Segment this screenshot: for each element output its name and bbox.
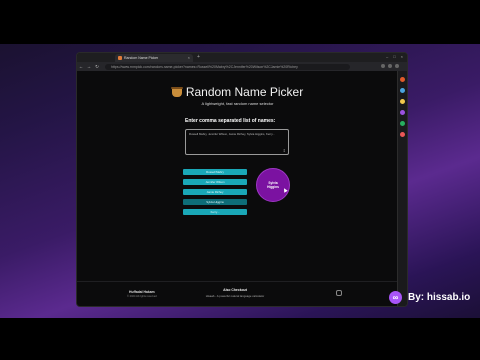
maximize-icon[interactable]: □ [393, 54, 395, 59]
footer-author: Huffadal Hakam [129, 290, 155, 294]
browser-tab[interactable]: Random Name Picker × [115, 54, 193, 62]
textarea-value: Russell Mabry, Jennifer Wilson, Jamie Ri… [189, 132, 275, 136]
name-item[interactable]: Jamie Richey [183, 189, 247, 195]
footer: Huffadal Hakam © 2024 All rights reserve… [77, 281, 398, 306]
address-bar-row: ← → ↻ https://www.rnmpick.com/random-nam… [77, 62, 407, 71]
footer-copyright: © 2024 All rights reserved [127, 295, 157, 298]
page-title: Random Name Picker [77, 85, 398, 99]
minimize-icon[interactable]: – [386, 54, 388, 59]
sidebar-app-icon[interactable] [400, 77, 405, 82]
forward-icon[interactable]: → [85, 64, 93, 69]
extension-icon[interactable] [388, 64, 392, 68]
extensions [381, 64, 399, 68]
hissab-logo-icon: ∞ [389, 291, 402, 304]
extension-icon[interactable] [381, 64, 385, 68]
sidebar-app-icon[interactable] [400, 99, 405, 104]
footer-author-block: Huffadal Hakam © 2024 All rights reserve… [127, 290, 157, 298]
input-label: Enter comma separated list of names: [185, 118, 276, 124]
video-letterbox-top [0, 0, 480, 44]
video-letterbox-bottom [0, 318, 480, 360]
resize-handle-icon[interactable]: ⇕ [283, 148, 286, 153]
pick-button[interactable]: Sylvia Higgins [256, 168, 290, 202]
name-item[interactable]: Jennifer Wilson [183, 179, 247, 185]
tab-bar: Random Name Picker × + – □ × [77, 53, 407, 62]
title-text: Random Name Picker [185, 85, 304, 99]
new-tab-icon[interactable]: + [197, 54, 200, 60]
name-item-selected[interactable]: Sylvia Higgins [183, 199, 247, 205]
footer-also-checkout: Also Checkout Hisaab - A powerful natura… [185, 288, 285, 298]
pot-icon [170, 87, 183, 97]
brand-text: By: hissab.io [408, 292, 471, 303]
names-textarea[interactable]: Russell Mabry, Jennifer Wilson, Jamie Ri… [185, 129, 289, 155]
app-page: Random Name Picker A lightweight, fast r… [77, 71, 398, 306]
brand-watermark: ∞ By: hissab.io [389, 291, 470, 304]
sidebar-app-icon[interactable] [400, 110, 405, 115]
favicon-icon [118, 56, 122, 60]
footer-mid-link[interactable]: Hisaab - A powerful natural language cal… [185, 294, 285, 298]
profile-icon[interactable] [395, 64, 399, 68]
picked-name-line2: Higgins [267, 185, 279, 189]
sidebar-app-icon[interactable] [400, 121, 405, 126]
footer-logo-icon[interactable] [336, 290, 342, 296]
close-window-icon[interactable]: × [401, 54, 403, 59]
back-icon[interactable]: ← [77, 64, 85, 69]
name-item[interactable]: Kerry... [183, 209, 247, 215]
sidebar-app-icon[interactable] [400, 132, 405, 137]
reload-icon[interactable]: ↻ [93, 64, 101, 70]
url-input[interactable]: https://www.rnmpick.com/random-name-pick… [105, 63, 350, 70]
page-subtitle: A lightweight, fast random name selector [201, 101, 274, 106]
name-item[interactable]: Russell Mabry [183, 169, 247, 175]
browser-sidebar [397, 71, 407, 306]
window-controls: – □ × [386, 54, 403, 59]
close-tab-icon[interactable]: × [188, 55, 190, 60]
tab-title: Random Name Picker [124, 56, 159, 60]
browser-window: Random Name Picker × + – □ × ← → ↻ https… [76, 52, 408, 307]
footer-mid-title: Also Checkout [223, 288, 247, 292]
sidebar-app-icon[interactable] [400, 88, 405, 93]
